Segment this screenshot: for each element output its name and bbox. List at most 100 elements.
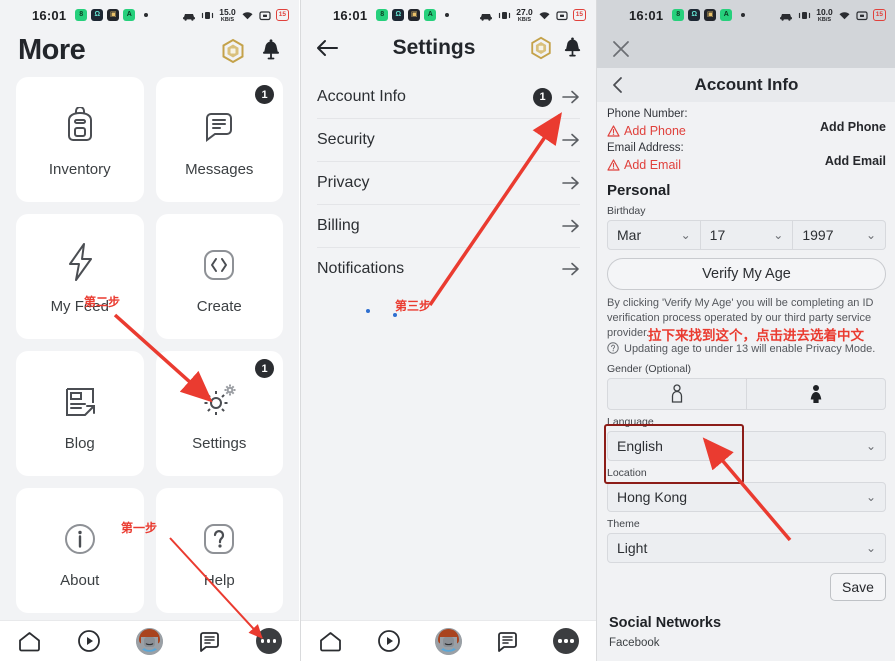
message-icon	[202, 101, 236, 145]
home-icon[interactable]	[17, 630, 42, 653]
account-header: Account Info	[597, 68, 895, 102]
privacy-mode-note: Updating age to under 13 will enable Pri…	[607, 342, 886, 357]
battery-icon: 15	[275, 9, 289, 21]
personal-section-title: Personal	[607, 182, 671, 199]
notification-bell-icon[interactable]	[261, 39, 281, 62]
chat-icon[interactable]	[496, 630, 519, 653]
account-close-bar	[597, 30, 895, 68]
email-action-button[interactable]: Add Email	[825, 140, 886, 168]
tile-label: Create	[196, 298, 242, 315]
sidebar-item-account-info[interactable]: Account Info 1	[317, 76, 580, 119]
screen-record-icon	[259, 10, 271, 21]
wifi-icon	[838, 10, 851, 21]
question-circle-icon	[607, 342, 619, 354]
wifi-icon	[241, 10, 254, 21]
chevron-left-icon[interactable]	[611, 76, 625, 94]
gender-option-female[interactable]	[747, 378, 886, 410]
app-dark-2-icon: Ω	[91, 9, 104, 21]
tile-badge: 1	[255, 85, 274, 104]
avatar-icon[interactable]	[135, 627, 163, 655]
more-header-actions	[220, 38, 281, 64]
screen-record-icon	[856, 10, 868, 21]
gear-icon	[199, 375, 239, 419]
add-email-link[interactable]: Add Email	[607, 156, 825, 174]
birthday-day-select[interactable]: 17 ⌄	[700, 220, 794, 250]
tile-create[interactable]: Create	[155, 214, 283, 339]
play-icon[interactable]	[377, 629, 401, 653]
sidebar-item-billing[interactable]: Billing	[317, 205, 580, 248]
chat-icon[interactable]	[198, 630, 221, 653]
sidebar-item-notifications[interactable]: Notifications	[317, 248, 580, 290]
birthday-year-select[interactable]: 1997 ⌄	[793, 220, 887, 250]
phone-label: Phone Number:	[607, 108, 688, 120]
phone-action-button[interactable]: Add Phone	[820, 106, 886, 134]
bottom-nav-1	[0, 620, 299, 661]
settings-row-badge: 1	[533, 87, 552, 107]
warning-triangle-icon	[607, 125, 620, 137]
settings-row-right	[562, 219, 580, 233]
status-app-icons: 8 Ω ▣ A	[672, 9, 746, 21]
code-icon	[202, 238, 236, 282]
avatar-icon[interactable]	[435, 627, 462, 655]
robux-icon[interactable]	[529, 36, 553, 60]
chevron-down-icon: ⌄	[865, 541, 876, 555]
settings-panel: 16:01 8 Ω ▣ A 27.0 KB/S 15 Settings Acco…	[300, 0, 596, 661]
network-speed: 15.0 KB/S	[219, 6, 236, 23]
language-select[interactable]: English ⌄	[607, 431, 886, 461]
wifi-icon	[538, 10, 551, 21]
settings-row-label: Notifications	[317, 260, 405, 277]
save-button[interactable]: Save	[830, 573, 886, 601]
tile-about[interactable]: About	[16, 488, 144, 613]
page-title: More	[18, 34, 86, 66]
chevron-down-icon: ⌄	[865, 228, 877, 242]
birthday-year-value: 1997	[802, 227, 834, 243]
car-icon	[779, 10, 793, 21]
home-icon[interactable]	[318, 630, 343, 653]
app-dark-2-icon: Ω	[688, 9, 701, 21]
arrow-right-icon[interactable]	[562, 133, 580, 147]
verify-my-age-button[interactable]: Verify My Age	[607, 258, 886, 290]
arrow-right-icon[interactable]	[562, 219, 580, 233]
location-select[interactable]: Hong Kong ⌄	[607, 482, 886, 512]
tile-messages[interactable]: 1 Messages	[155, 77, 283, 202]
status-right-icons: 15.0 KB/S 15	[182, 6, 289, 23]
add-phone-text: Add Phone	[624, 124, 686, 138]
male-figure-icon	[670, 384, 684, 404]
app-green-4-icon: A	[720, 9, 733, 21]
birthday-month-select[interactable]: Mar ⌄	[607, 220, 701, 250]
screen-record-icon	[556, 10, 568, 21]
add-phone-link[interactable]: Add Phone	[607, 122, 820, 140]
tile-my-feed[interactable]: My Feed	[16, 214, 144, 339]
play-icon[interactable]	[77, 629, 101, 653]
theme-select[interactable]: Light ⌄	[607, 533, 886, 563]
email-left: Email Address: Add Email	[607, 140, 825, 174]
tile-blog[interactable]: Blog	[16, 351, 144, 476]
birthday-month-value: Mar	[617, 227, 642, 243]
close-icon[interactable]	[611, 39, 631, 59]
arrow-right-icon[interactable]	[562, 90, 580, 104]
arrow-right-icon[interactable]	[562, 176, 580, 190]
settings-row-right	[562, 262, 580, 276]
phone-row: Phone Number: Add Phone Add Phone	[607, 106, 886, 140]
more-tiles-grid: Inventory 1 Messages My Feed Create Blog…	[16, 77, 283, 613]
arrow-right-icon[interactable]	[562, 262, 580, 276]
sidebar-item-privacy[interactable]: Privacy	[317, 162, 580, 205]
email-row: Email Address: Add Email Add Email	[607, 140, 886, 174]
tile-inventory[interactable]: Inventory	[16, 77, 144, 202]
settings-row-right	[562, 133, 580, 147]
birthday-selectors: Mar ⌄ 17 ⌄ 1997 ⌄	[607, 220, 887, 250]
back-arrow-icon[interactable]	[315, 38, 339, 58]
more-dots-icon[interactable]	[553, 628, 579, 654]
location-value: Hong Kong	[617, 489, 688, 505]
app-green-4-icon: A	[123, 9, 136, 21]
tile-settings[interactable]: 1 Settings	[155, 351, 283, 476]
robux-icon[interactable]	[220, 38, 246, 64]
sidebar-item-security[interactable]: Security	[317, 119, 580, 162]
gender-option-male[interactable]	[607, 378, 747, 410]
theme-value: Light	[617, 540, 648, 556]
tile-help[interactable]: Help	[155, 488, 283, 613]
status-app-icons: 8 Ω ▣ A	[75, 9, 149, 21]
notification-bell-icon[interactable]	[563, 37, 582, 59]
network-speed: 27.0 KB/S	[516, 6, 533, 23]
more-dots-icon[interactable]	[255, 628, 282, 654]
